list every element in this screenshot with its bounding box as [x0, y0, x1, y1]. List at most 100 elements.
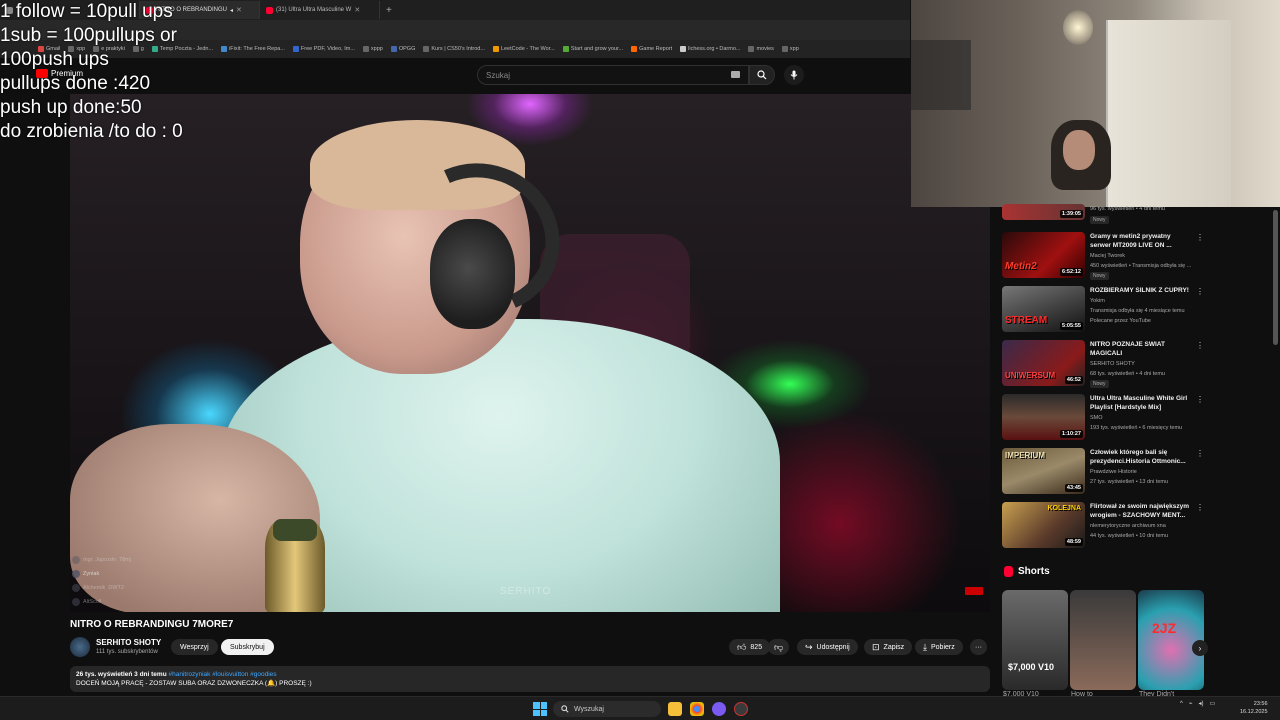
bookmark-item[interactable]: LeetCode - The Wor... — [492, 46, 555, 52]
keyboard-icon[interactable] — [731, 71, 740, 78]
close-tab-icon[interactable]: ✕ — [354, 6, 360, 14]
duration: 5:05:55 — [1060, 322, 1083, 330]
video-title: NITRO O REBRANDINGU 7MORE7 — [70, 619, 234, 630]
recommendation-reason: Polecane przez YouTube — [1090, 318, 1151, 324]
channel-name[interactable]: SMO — [1090, 415, 1103, 421]
video-title[interactable]: Człowiek którego bali się prezydenci.His… — [1090, 449, 1192, 466]
headphones-icon — [430, 219, 515, 329]
bookmark-item[interactable]: movies — [748, 46, 774, 52]
bookmark-item[interactable]: iFixit: The Free Repa... — [221, 46, 285, 52]
channel-name[interactable]: SERHITO SHOTY — [1090, 361, 1135, 367]
more-vert-icon[interactable]: ⋮ — [1196, 395, 1204, 404]
video-thumbnail[interactable]: UNIWERSUM 46:52 — [1002, 340, 1085, 386]
recommended-video[interactable]: 1:39:05 96 tys. wyświetleń • 4 dni temu … — [1002, 204, 1202, 230]
close-tab-icon[interactable]: ✕ — [236, 6, 242, 14]
obs-icon[interactable] — [712, 702, 726, 716]
short-video[interactable]: 2JZ — [1138, 590, 1204, 690]
tab-second[interactable]: (31) Ultra Ultra Masculine W ✕ — [260, 1, 380, 19]
views-date: 26 tys. wyświetleń 3 dni temu — [76, 671, 167, 678]
search-button[interactable] — [749, 65, 775, 85]
bookmark-item[interactable]: Start and grow your... — [562, 46, 623, 52]
short-overlay-text: 2JZ — [1152, 620, 1177, 636]
chevron-up-icon[interactable]: ^ — [1180, 701, 1183, 707]
video-thumbnail[interactable]: 1:10:27 — [1002, 394, 1085, 440]
video-title[interactable]: NITRO POZNAJE ŚWIAT MAGICALI — [1090, 341, 1192, 358]
bookmark-item[interactable]: Kurs | CS50's Introd... — [423, 46, 485, 52]
video-player[interactable]: SERHITO mgr. Japozdn 78mj Zyniak Alchemik… — [70, 94, 990, 612]
more-actions-button[interactable]: ··· — [970, 639, 987, 655]
video-title[interactable]: ROZBIERAMY SILNIK Z CUPRY! — [1090, 287, 1192, 296]
thumbnail-text: STREAM — [1005, 315, 1048, 326]
share-label: Udostępnij — [816, 643, 850, 651]
support-button[interactable]: Wesprzyj — [171, 639, 218, 655]
search-input[interactable]: Szukaj — [477, 65, 749, 85]
subscribe-button[interactable]: Subskrybuj — [221, 639, 274, 655]
more-vert-icon[interactable]: ⋮ — [1196, 449, 1204, 458]
new-badge: Nowy — [1090, 380, 1109, 388]
sidebar-scrollbar[interactable] — [1273, 210, 1278, 345]
webcam-overlay — [911, 0, 1280, 207]
dislike-button[interactable]: 👎︎ — [768, 639, 790, 655]
hashtags[interactable]: #hanitrozyniak #louisvuitton #goodies — [168, 671, 276, 678]
bookmark-item[interactable]: lichess.org • Darmo... — [680, 46, 740, 52]
avatar — [72, 598, 80, 606]
more-vert-icon[interactable]: ⋮ — [1196, 503, 1204, 512]
chevron-right-icon[interactable]: › — [1192, 640, 1208, 656]
channel-name[interactable]: Maciej Tworek — [1090, 253, 1125, 259]
like-button[interactable]: 👍︎ 825 — [729, 639, 771, 655]
short-video[interactable] — [1070, 590, 1136, 690]
recommended-video[interactable]: STREAM 5:05:55 ROZBIERAMY SILNIK Z CUPRY… — [1002, 286, 1204, 338]
clock-time: 23:56 — [1253, 701, 1268, 707]
voice-search-button[interactable] — [784, 65, 804, 85]
channel-avatar[interactable] — [70, 637, 90, 657]
channel-name[interactable]: Prawdziwe Historie — [1090, 469, 1137, 475]
recommended-video[interactable]: Metin2 6:52:12 Gramy w metin2 prywatny s… — [1002, 232, 1204, 284]
save-button[interactable]: ⊡ Zapisz — [864, 639, 913, 655]
channel-name[interactable]: nlemerytoryczne archiwum xna — [1090, 523, 1166, 529]
speaker-icon[interactable]: ◂ — [230, 7, 233, 14]
bookmark-item[interactable]: Game Report — [631, 46, 672, 52]
download-label: Pobierz — [930, 643, 955, 651]
description-box[interactable]: 26 tys. wyświetleń 3 dni temu #hanitrozy… — [70, 666, 990, 692]
taskbar-search[interactable]: Wyszukaj — [553, 701, 661, 717]
bookmark-item[interactable]: Free PDF, Video, Im... — [292, 46, 355, 52]
volume-icon[interactable]: ◂) — [1198, 700, 1203, 707]
stream-overlay-text: 1 follow = 10pull ups 1sub = 100pullups … — [0, 0, 183, 144]
more-vert-icon[interactable]: ⋮ — [1196, 287, 1204, 296]
bookmark-item[interactable]: xpp — [781, 46, 799, 52]
recommended-video[interactable]: IMPERIUM 43:45 Człowiek którego bali się… — [1002, 448, 1204, 500]
video-thumbnail[interactable]: STREAM 5:05:55 — [1002, 286, 1085, 332]
bookmark-item[interactable]: OPGG — [390, 46, 415, 52]
description-meta: 26 tys. wyświetleń 3 dni temu #hanitrozy… — [76, 670, 984, 679]
share-button[interactable]: ↪ Udostępnij — [797, 639, 858, 655]
new-tab-button[interactable]: + — [380, 5, 398, 16]
stream-chat-overlay: mgr. Japozdn 78mj Zyniak Alchemik DWT2 Alt… — [72, 556, 131, 606]
chrome-icon[interactable] — [690, 702, 704, 716]
search-icon — [757, 70, 767, 80]
battery-icon[interactable]: ▭ — [1209, 700, 1215, 707]
thumbs-up-icon: 👍︎ — [737, 641, 747, 652]
video-title[interactable]: Gramy w metin2 prywatny serwer MT2009 LI… — [1090, 233, 1192, 250]
video-thumbnail[interactable]: Metin2 6:52:12 — [1002, 232, 1085, 278]
network-icon[interactable]: ⌁ — [1189, 700, 1193, 707]
channel-name[interactable]: Yokim — [1090, 298, 1105, 304]
system-clock[interactable]: 23:56 16.12.2025 — [1240, 700, 1268, 716]
recommended-video[interactable]: 1:10:27 Ultra Ultra Masculine White Girl… — [1002, 394, 1204, 446]
more-vert-icon[interactable]: ⋮ — [1196, 233, 1204, 242]
windows-start-icon[interactable] — [533, 702, 547, 716]
video-thumbnail[interactable]: 1:39:05 — [1002, 204, 1085, 220]
video-title[interactable]: Ultra Ultra Masculine White Girl Playlis… — [1090, 395, 1192, 412]
share-icon: ↪ — [805, 641, 813, 652]
channel-name[interactable]: SERHITO SHOTY — [96, 638, 161, 647]
app-icon[interactable] — [734, 702, 748, 716]
short-video[interactable]: $7,000 V10 — [1002, 590, 1068, 690]
video-thumbnail[interactable]: KOLEJNA 48:59 — [1002, 502, 1085, 548]
recommended-video[interactable]: UNIWERSUM 46:52 NITRO POZNAJE ŚWIAT MAGI… — [1002, 340, 1204, 392]
download-button[interactable]: ⤓ Pobierz — [915, 639, 963, 655]
video-title[interactable]: Flirtował ze swoim największym wrogiem -… — [1090, 503, 1192, 520]
video-thumbnail[interactable]: IMPERIUM 43:45 — [1002, 448, 1085, 494]
more-vert-icon[interactable]: ⋮ — [1196, 341, 1204, 350]
bookmark-item[interactable]: xppp — [362, 46, 383, 52]
file-explorer-icon[interactable] — [668, 702, 682, 716]
recommended-video[interactable]: KOLEJNA 48:59 Flirtował ze swoim najwięk… — [1002, 502, 1204, 554]
